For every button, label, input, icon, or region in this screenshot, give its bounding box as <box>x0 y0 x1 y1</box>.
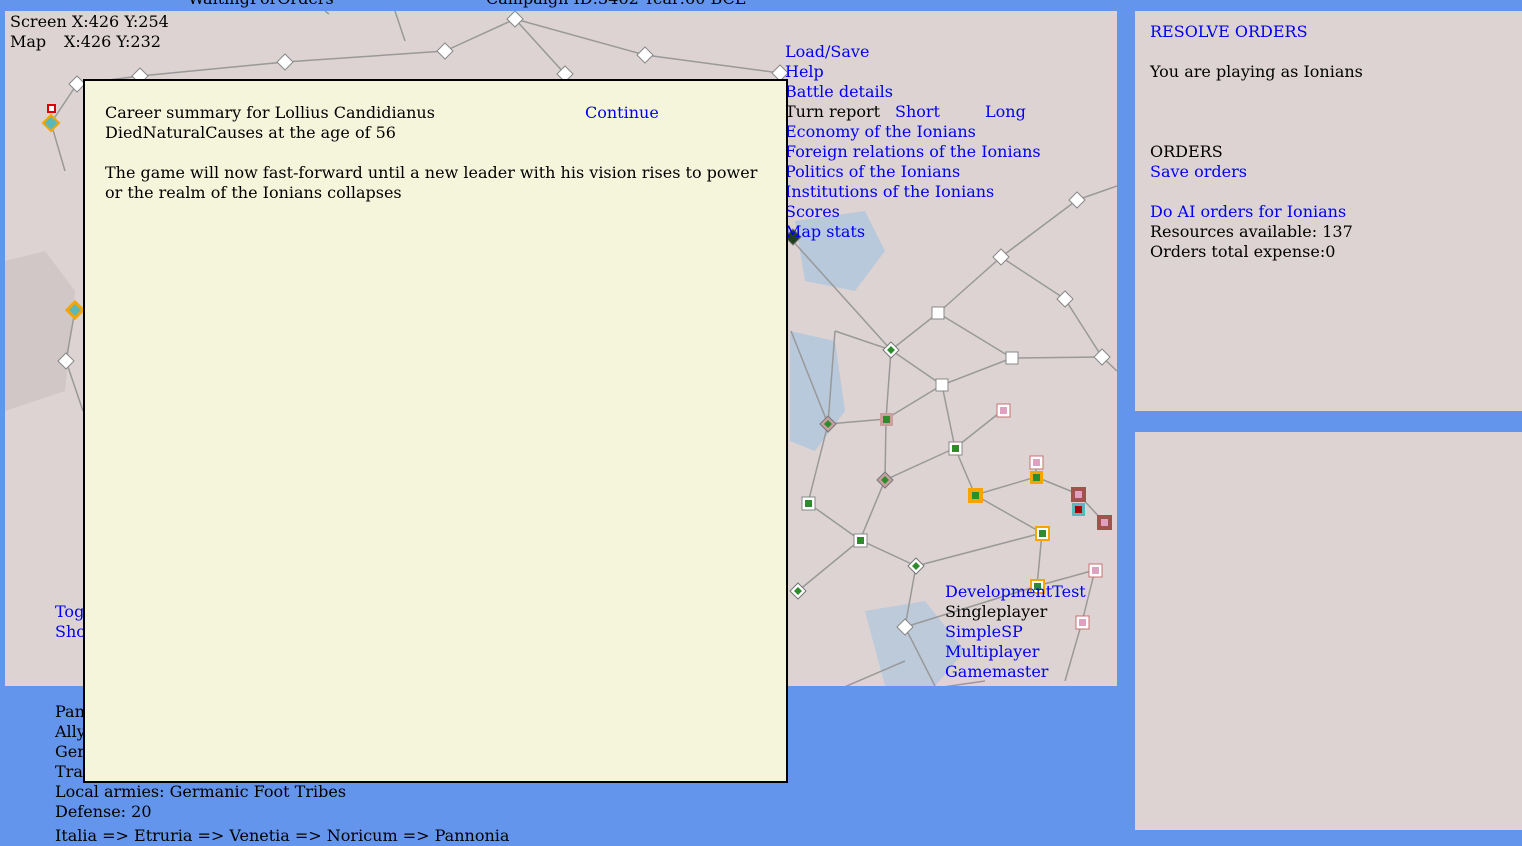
turn-report-long-link[interactable]: Long <box>985 102 1026 122</box>
do-ai-orders-link[interactable]: Do AI orders for Ionians <box>1150 202 1346 222</box>
defense-value: Defense: 20 <box>55 802 152 821</box>
career-summary-dialog: Career summary for Lollius Candidianus C… <box>83 79 788 783</box>
foreign-relations-link[interactable]: Foreign relations of the Ionians <box>785 142 1041 162</box>
simple-sp-link[interactable]: SimpleSP <box>945 622 1023 642</box>
province-line-2: Ally <box>55 722 86 741</box>
province-line-3: Ger <box>55 742 85 761</box>
map-stats-link[interactable]: Map stats <box>785 222 865 242</box>
institutions-link[interactable]: Institutions of the Ionians <box>785 182 994 202</box>
toggle-link[interactable]: Tog <box>55 602 84 622</box>
route-path: Italia => Etruria => Venetia => Noricum … <box>55 826 510 845</box>
dialog-message-line-2: or the realm of the Ionians collapses <box>105 183 402 202</box>
turn-report-label: Turn report <box>785 102 881 121</box>
orders-header: ORDERS <box>1150 142 1223 161</box>
help-link[interactable]: Help <box>785 62 824 82</box>
screen-coords-value: X:426 Y:254 <box>71 12 169 31</box>
map-coords-label: Map <box>10 32 47 51</box>
neutral-squares <box>931 306 1019 392</box>
local-armies: Local armies: Germanic Foot Tribes <box>55 782 347 801</box>
dialog-title: Career summary for Lollius Candidianus <box>105 103 435 122</box>
screen-coords-label: Screen <box>10 12 67 31</box>
multiplayer-link[interactable]: Multiplayer <box>945 642 1039 662</box>
battle-details-link[interactable]: Battle details <box>785 82 893 102</box>
singleplayer-label: Singleplayer <box>945 602 1048 621</box>
dialog-message-line-1: The game will now fast-forward until a n… <box>105 163 758 182</box>
resources-label: Resources available: 137 <box>1150 222 1353 241</box>
politics-link[interactable]: Politics of the Ionians <box>785 162 960 182</box>
status-label: WaitingForOrders <box>188 0 334 9</box>
playing-as-label: You are playing as Ionians <box>1150 62 1363 81</box>
load-save-link[interactable]: Load/Save <box>785 42 869 62</box>
show-link[interactable]: Sho <box>55 622 86 642</box>
economy-link[interactable]: Economy of the Ionians <box>785 122 976 142</box>
continue-button[interactable]: Continue <box>585 103 659 123</box>
province-line-1: Pan <box>55 702 85 721</box>
map-coords-value: X:426 Y:232 <box>64 32 161 51</box>
scores-link[interactable]: Scores <box>785 202 840 222</box>
development-test-link[interactable]: DevelopmentTest <box>945 582 1086 602</box>
campaign-info: Campaign ID:3462 Year:60 BCE <box>486 0 746 9</box>
map-coords: Map X:426 Y:232 <box>10 32 161 52</box>
sea-region <box>5 251 75 411</box>
save-orders-link[interactable]: Save orders <box>1150 162 1247 182</box>
expense-label: Orders total expense:0 <box>1150 242 1336 261</box>
turn-report-short-link[interactable]: Short <box>895 102 940 122</box>
gamemaster-link[interactable]: Gamemaster <box>945 662 1048 682</box>
screen-coords: Screen X:426 Y:254 <box>10 12 169 32</box>
resolve-orders-link[interactable]: RESOLVE ORDERS <box>1150 22 1308 42</box>
death-cause: DiedNaturalCauses at the age of 56 <box>105 123 396 142</box>
info-panel <box>1135 432 1522 830</box>
